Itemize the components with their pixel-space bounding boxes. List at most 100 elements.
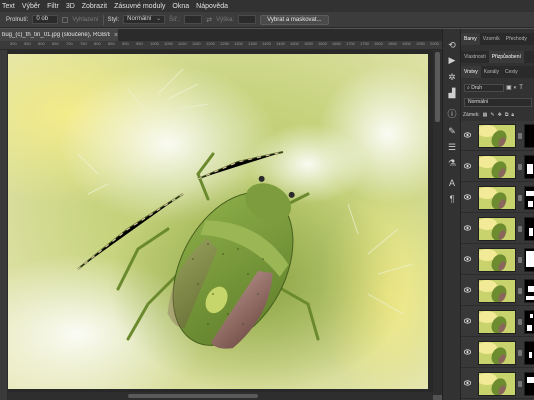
scroll-thumb[interactable]: [128, 394, 258, 398]
tab-channels[interactable]: Kanály: [481, 66, 502, 78]
select-and-mask-button[interactable]: Vybrat a maskovat...: [260, 14, 329, 25]
lock-icon[interactable]: 🔒︎: [511, 112, 514, 118]
play-icon[interactable]: ▶: [446, 54, 458, 66]
layer-mask-thumbnail[interactable]: [524, 248, 534, 272]
layer-mask-thumbnail[interactable]: [524, 124, 534, 148]
layer-row[interactable]: [461, 121, 534, 151]
menu-plugins[interactable]: Zásuvné moduly: [114, 3, 165, 10]
feather-input[interactable]: 0 ob: [32, 15, 59, 24]
layer-row[interactable]: [461, 214, 534, 244]
history-icon[interactable]: ⟲: [446, 39, 458, 51]
tab-gradients[interactable]: Přechody: [503, 33, 530, 45]
layer-row[interactable]: [461, 338, 534, 368]
layer-thumbnail[interactable]: [478, 310, 516, 334]
kind-filter-dropdown[interactable]: ⌕ Druh: [464, 83, 504, 92]
menu-help[interactable]: Nápověda: [196, 3, 228, 10]
ruler-tick: 1650: [332, 41, 341, 46]
layer-thumbnail[interactable]: [478, 248, 516, 272]
horizontal-scrollbar[interactable]: [8, 392, 433, 400]
tab-swatches[interactable]: Vzorník: [480, 33, 503, 45]
filter-image-icon[interactable]: ▣: [506, 84, 512, 91]
eye-icon[interactable]: [464, 256, 471, 262]
tab-color[interactable]: Barvy: [461, 33, 480, 45]
tab-layers[interactable]: Vrstvy: [461, 66, 481, 78]
vertical-scrollbar[interactable]: [433, 50, 442, 395]
link-icon[interactable]: [518, 288, 522, 294]
eye-icon[interactable]: [464, 132, 471, 138]
link-icon[interactable]: [518, 133, 522, 139]
layer-mask-thumbnail[interactable]: [524, 279, 534, 303]
antialias-checkbox[interactable]: [62, 16, 69, 23]
layer-row[interactable]: [461, 369, 534, 399]
eye-icon[interactable]: [464, 349, 471, 355]
menu-text[interactable]: Text: [2, 3, 15, 10]
swap-icon[interactable]: ⇄: [206, 16, 212, 24]
layer-thumbnail[interactable]: [478, 372, 516, 396]
lock-artboard-icon[interactable]: ⧉: [505, 112, 509, 118]
filter-type-icon[interactable]: T: [519, 85, 523, 91]
adjust-icon[interactable]: ☰: [446, 141, 458, 153]
scroll-thumb[interactable]: [435, 52, 440, 122]
lock-paint-icon[interactable]: ✎: [490, 112, 494, 118]
histogram-icon[interactable]: ▟: [446, 87, 458, 99]
eye-icon[interactable]: [464, 380, 471, 386]
menu-select[interactable]: Výběr: [22, 3, 40, 10]
menu-filter[interactable]: Filtr: [47, 3, 59, 10]
layer-thumbnail[interactable]: [478, 186, 516, 210]
layer-thumbnail[interactable]: [478, 124, 516, 148]
layer-row[interactable]: [461, 307, 534, 337]
document-tab[interactable]: bug_(c)_th_tin_01.jpg (sloučené), RGB/8*…: [0, 29, 118, 41]
layer-row[interactable]: [461, 183, 534, 213]
eye-icon[interactable]: [464, 318, 471, 324]
gear-icon[interactable]: ✲: [446, 71, 458, 83]
layer-mask-thumbnail[interactable]: [524, 186, 534, 210]
tab-adjustments[interactable]: Přizpůsobení: [488, 51, 524, 63]
layer-thumbnail[interactable]: [478, 217, 516, 241]
clone-source-icon[interactable]: ⚗: [446, 157, 458, 169]
layer-thumbnail[interactable]: [478, 341, 516, 365]
eye-icon[interactable]: [464, 163, 471, 169]
width-input[interactable]: [184, 15, 203, 24]
layer-mask-thumbnail[interactable]: [524, 372, 534, 396]
link-icon[interactable]: [518, 257, 522, 263]
paragraph-icon[interactable]: ¶: [446, 193, 458, 205]
character-icon[interactable]: A: [446, 177, 458, 189]
close-icon[interactable]: ×: [114, 32, 118, 39]
document-image[interactable]: [8, 54, 428, 389]
info-icon[interactable]: ⓘ: [446, 107, 458, 119]
lock-transparent-icon[interactable]: ▦: [483, 112, 488, 118]
tab-properties[interactable]: Vlastnosti: [461, 51, 489, 63]
link-icon[interactable]: [518, 226, 522, 232]
link-icon[interactable]: [518, 164, 522, 170]
height-input[interactable]: [238, 15, 257, 24]
blend-mode-dropdown[interactable]: Normální: [464, 98, 532, 107]
tab-paths[interactable]: Cesty: [502, 66, 521, 78]
layer-row[interactable]: [461, 245, 534, 275]
style-dropdown[interactable]: Normální ⌄: [123, 15, 166, 24]
layer-thumbnail[interactable]: [478, 155, 516, 179]
layer-row[interactable]: [461, 276, 534, 306]
lock-move-icon[interactable]: ✥: [498, 112, 502, 118]
layer-mask-thumbnail[interactable]: [524, 310, 534, 334]
eye-icon[interactable]: [464, 287, 471, 293]
brush-icon[interactable]: ✎: [446, 125, 458, 137]
link-icon[interactable]: [518, 350, 522, 356]
ruler-tick: 1800: [374, 41, 383, 46]
link-icon[interactable]: [518, 381, 522, 387]
layer-mask-thumbnail[interactable]: [524, 217, 534, 241]
link-icon[interactable]: [518, 319, 522, 325]
menu-3d[interactable]: 3D: [66, 3, 75, 10]
layer-mask-thumbnail[interactable]: [524, 155, 534, 179]
eye-icon[interactable]: [464, 194, 471, 200]
filter-adjust-icon[interactable]: ◐: [514, 85, 518, 91]
eye-icon[interactable]: [464, 225, 471, 231]
menu-view[interactable]: Zobrazit: [82, 3, 107, 10]
layer-thumbnail[interactable]: [478, 279, 516, 303]
menu-window[interactable]: Okna: [172, 3, 189, 10]
link-icon[interactable]: [518, 195, 522, 201]
document-title: bug_(c)_th_tin_01.jpg (sloučené), RGB/8*…: [2, 32, 110, 38]
canvas-area[interactable]: [8, 50, 433, 400]
layer-mask-thumbnail[interactable]: [524, 341, 534, 365]
layer-row[interactable]: [461, 152, 534, 182]
layer-filter-row: ⌕ Druh ▣ ◐ T: [464, 83, 523, 92]
